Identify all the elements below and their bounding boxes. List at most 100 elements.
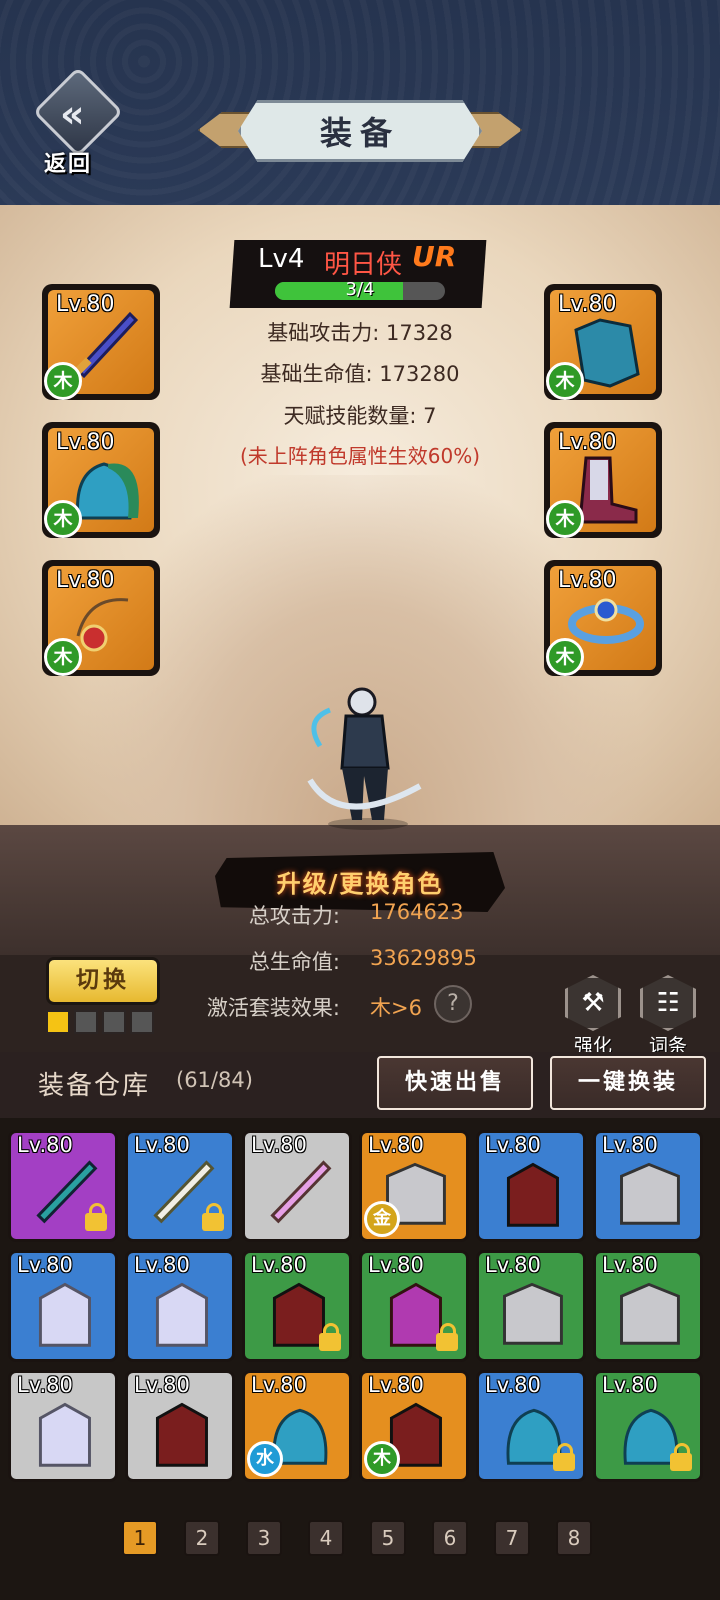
one-click-equip-button[interactable]: 一键换装 xyxy=(550,1056,706,1110)
item-level: Lv.80 xyxy=(134,1133,190,1157)
page-button[interactable]: 3 xyxy=(246,1520,282,1556)
item-level: Lv.80 xyxy=(17,1253,73,1277)
element-badge: 木 xyxy=(364,1441,400,1477)
inventory-item[interactable]: Lv.80 xyxy=(125,1130,235,1242)
inventory-item[interactable]: Lv.80 xyxy=(242,1130,352,1242)
help-button[interactable]: ? xyxy=(434,985,472,1023)
item-level: Lv.80 xyxy=(368,1253,424,1277)
equip-slot-necklace[interactable]: Lv.80 木 xyxy=(42,560,160,676)
page-button[interactable]: 4 xyxy=(308,1520,344,1556)
inactive-note: (未上阵角色属性生效60%) xyxy=(239,444,481,468)
inventory-item[interactable]: Lv.80 xyxy=(8,1250,118,1362)
element-badge: 金 xyxy=(364,1201,400,1237)
inventory-item[interactable]: Lv.80 xyxy=(593,1130,703,1242)
inventory-item[interactable]: Lv.80 xyxy=(125,1250,235,1362)
slot-level: Lv.80 xyxy=(558,568,617,593)
inventory-item[interactable]: Lv.80 木 xyxy=(359,1370,469,1482)
switch-button[interactable]: 切换 xyxy=(46,957,160,1005)
lock-icon xyxy=(319,1323,341,1351)
element-badge: 水 xyxy=(247,1441,283,1477)
item-level: Lv.80 xyxy=(602,1253,658,1277)
inventory-item[interactable]: Lv.80 xyxy=(593,1250,703,1362)
pagination: 12345678 xyxy=(122,1520,592,1556)
item-level: Lv.80 xyxy=(251,1253,307,1277)
back-label: 返回 xyxy=(44,152,93,177)
storage-title: 装备仓库 xyxy=(38,1071,151,1101)
set-effect-value: 木>6 xyxy=(370,996,422,1020)
item-level: Lv.80 xyxy=(602,1133,658,1157)
hammer-icon: ⚒ xyxy=(565,975,621,1031)
page-button[interactable]: 7 xyxy=(494,1520,530,1556)
switch-slot-2[interactable] xyxy=(74,1010,98,1034)
character-name: 明日侠 xyxy=(324,250,403,280)
character-level: Lv4 xyxy=(258,244,305,274)
slot-level: Lv.80 xyxy=(56,292,115,317)
lock-icon xyxy=(202,1203,224,1231)
page-title: 装备 xyxy=(319,114,400,152)
hero-character xyxy=(307,687,422,830)
wood-element-badge: 木 xyxy=(546,362,584,400)
total-hp-label: 总生命值: xyxy=(248,950,340,974)
base-hp: 基础生命值: 173280 xyxy=(260,362,460,386)
wood-element-badge: 木 xyxy=(44,638,82,676)
total-hp-value: 33629895 xyxy=(370,946,477,970)
switch-slot-3[interactable] xyxy=(102,1010,126,1034)
switch-slot-4[interactable] xyxy=(130,1010,154,1034)
inventory-grid: Lv.80 Lv.80 Lv.80 Lv.80 金 Lv.80 Lv.80 Lv.80 Lv.8… xyxy=(8,1130,712,1482)
inventory-item[interactable]: Lv.80 xyxy=(125,1370,235,1482)
back-button[interactable]: « 返回 xyxy=(30,66,126,180)
equip-slot-helmet[interactable]: Lv.80 木 xyxy=(42,422,160,538)
inventory-item[interactable]: Lv.80 xyxy=(242,1250,352,1362)
switch-slot-indicators xyxy=(46,1010,160,1034)
equip-slot-boots[interactable]: Lv.80 木 xyxy=(544,422,662,538)
slot-level: Lv.80 xyxy=(56,430,115,455)
base-attack: 基础攻击力: 17328 xyxy=(267,321,453,345)
inventory-item[interactable]: Lv.80 水 xyxy=(242,1370,352,1482)
total-attack-label: 总攻击力: xyxy=(248,904,340,928)
quick-sell-button[interactable]: 快速出售 xyxy=(377,1056,533,1110)
page-button[interactable]: 5 xyxy=(370,1520,406,1556)
character-progress-text: 3/4 xyxy=(345,279,375,300)
item-level: Lv.80 xyxy=(485,1253,541,1277)
slot-level: Lv.80 xyxy=(56,568,115,593)
equip-slot-armor[interactable]: Lv.80 木 xyxy=(544,284,662,400)
lock-icon xyxy=(553,1443,575,1471)
storage-count: (61/84) xyxy=(176,1068,253,1092)
wood-element-badge: 木 xyxy=(44,362,82,400)
item-level: Lv.80 xyxy=(251,1133,307,1157)
set-effect-label: 激活套装效果: xyxy=(206,996,340,1020)
item-level: Lv.80 xyxy=(134,1253,190,1277)
page-button[interactable]: 6 xyxy=(432,1520,468,1556)
character-rarity: UR xyxy=(412,240,457,273)
switch-slot-1[interactable] xyxy=(46,1010,70,1034)
inventory-item[interactable]: Lv.80 xyxy=(8,1130,118,1242)
inventory-item[interactable]: Lv.80 xyxy=(476,1370,586,1482)
wood-element-badge: 木 xyxy=(546,500,584,538)
total-attack-value: 1764623 xyxy=(370,900,464,924)
affix-button[interactable]: ☷ 词条 xyxy=(638,975,698,1058)
upgrade-character-label: 升级/更换角色 xyxy=(276,869,444,898)
talent-count: 天赋技能数量: 7 xyxy=(283,404,437,428)
chevron-left-icon: « xyxy=(60,92,85,136)
strengthen-button[interactable]: ⚒ 强化 xyxy=(563,975,623,1058)
lock-icon xyxy=(436,1323,458,1351)
item-level: Lv.80 xyxy=(368,1133,424,1157)
equip-slot-ring[interactable]: Lv.80 木 xyxy=(544,560,662,676)
inventory-item[interactable]: Lv.80 xyxy=(476,1130,586,1242)
item-level: Lv.80 xyxy=(134,1373,190,1397)
inventory-item[interactable]: Lv.80 金 xyxy=(359,1130,469,1242)
inventory-item[interactable]: Lv.80 xyxy=(8,1370,118,1482)
inventory-item[interactable]: Lv.80 xyxy=(593,1370,703,1482)
item-level: Lv.80 xyxy=(485,1133,541,1157)
item-level: Lv.80 xyxy=(602,1373,658,1397)
page-button[interactable]: 2 xyxy=(184,1520,220,1556)
page-button[interactable]: 8 xyxy=(556,1520,592,1556)
slot-level: Lv.80 xyxy=(558,430,617,455)
wood-element-badge: 木 xyxy=(546,638,584,676)
equip-slot-weapon[interactable]: Lv.80 木 xyxy=(42,284,160,400)
inventory-item[interactable]: Lv.80 xyxy=(359,1250,469,1362)
item-level: Lv.80 xyxy=(485,1373,541,1397)
page-button[interactable]: 1 xyxy=(122,1520,158,1556)
inventory-item[interactable]: Lv.80 xyxy=(476,1250,586,1362)
item-level: Lv.80 xyxy=(251,1373,307,1397)
